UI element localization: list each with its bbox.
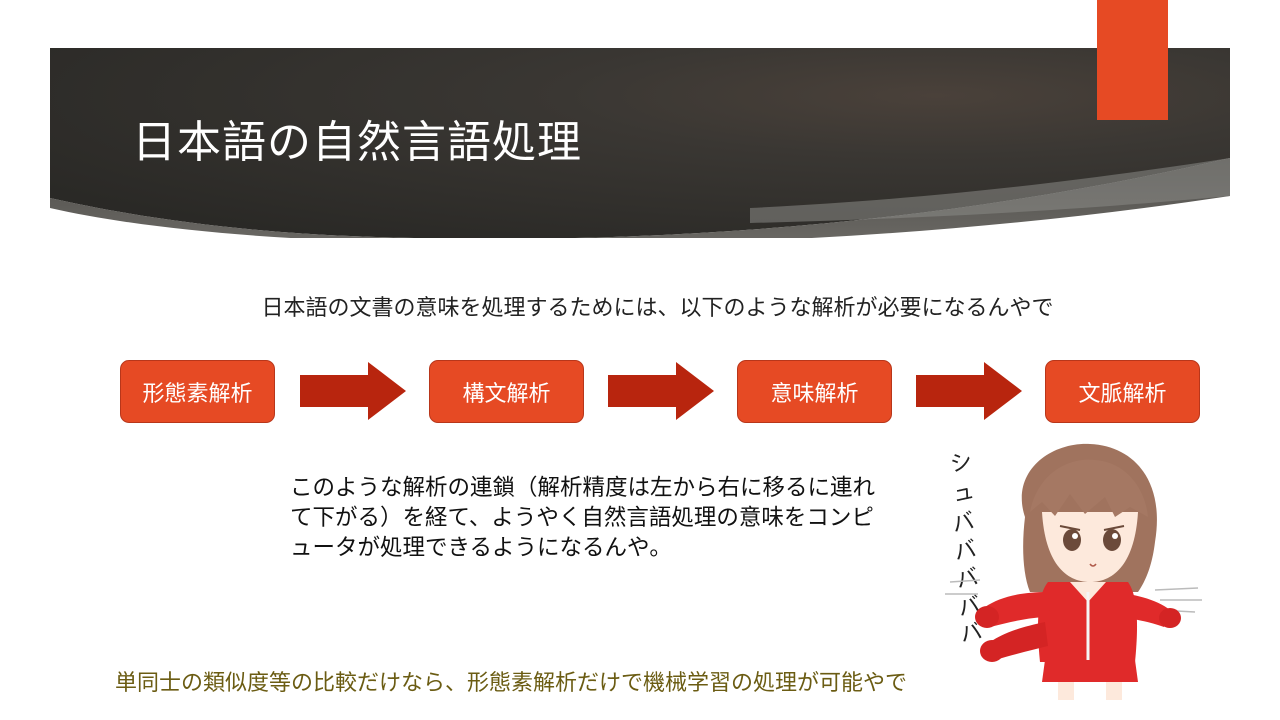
body-text: このような解析の連鎖（解析精度は左から右に移るに連れて下がる）を経て、ようやく自… <box>290 475 876 561</box>
arrow-right-icon <box>916 362 1022 420</box>
accent-bar <box>1097 0 1168 120</box>
svg-text:バ: バ <box>954 565 981 594</box>
step-syntactic-analysis: 構文解析 <box>429 360 584 423</box>
sfx-char: シ <box>948 449 975 478</box>
arrow-right-icon <box>608 362 714 420</box>
slide-title: 日本語の自然言語処理 <box>132 117 582 168</box>
svg-text:バ: バ <box>950 509 977 538</box>
step-morphological-analysis: 形態素解析 <box>120 360 275 423</box>
step-semantic-analysis: 意味解析 <box>737 360 892 423</box>
arrow-right-icon <box>300 362 406 420</box>
footer-note: 単同士の類似度等の比較だけなら、形態素解析だけで機械学習の処理が可能やで <box>115 671 908 696</box>
svg-text:ュ: ュ <box>950 479 977 508</box>
intro-text: 日本語の文書の意味を処理するためには、以下のような解析が必要になるんやで <box>261 296 1054 321</box>
step-context-analysis: 文脈解析 <box>1045 360 1200 423</box>
character-illustration: シ ュ バ バ バ バ バ <box>945 443 1202 700</box>
svg-text:バ: バ <box>952 537 979 566</box>
